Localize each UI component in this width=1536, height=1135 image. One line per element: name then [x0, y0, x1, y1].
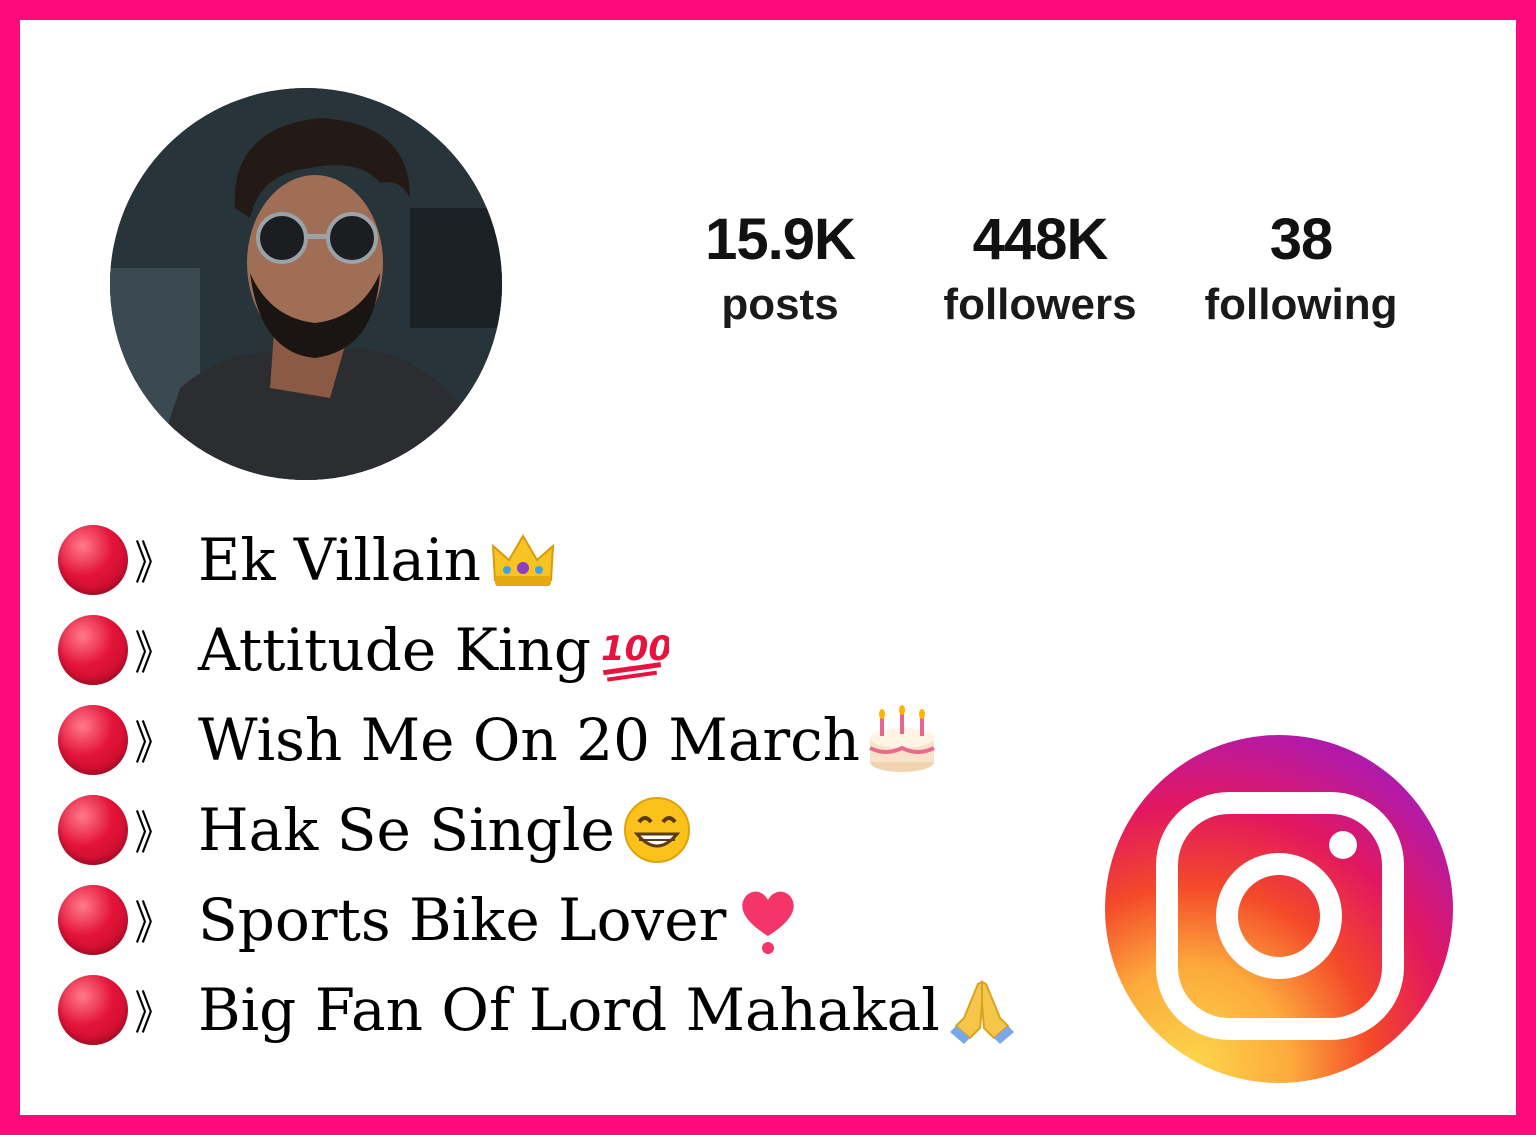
red-circle-icon [58, 795, 128, 865]
double-chevron-icon: 》 [134, 896, 172, 950]
bio-line-text: Sports Bike Lover [198, 886, 727, 954]
bio-line-text: Wish Me On 20 March [198, 706, 860, 774]
red-circle-icon [58, 525, 128, 595]
following-count: 38 [1269, 207, 1334, 272]
bio-line-text: Ek Villain [198, 526, 481, 594]
bio-line: 》 Wish Me On 20 March [58, 695, 1018, 785]
double-chevron-icon: 》 [134, 716, 172, 770]
double-chevron-icon: 》 [134, 626, 172, 680]
bio-line-text: Big Fan Of Lord Mahakal [198, 976, 940, 1044]
double-chevron-icon: 》 [134, 536, 172, 590]
profile-stats: 15.9K posts 448K followers 38 following [0, 205, 1536, 355]
red-circle-icon [58, 705, 128, 775]
instagram-logo-icon [1105, 735, 1453, 1083]
bio-line: 》 Hak Se Single [58, 785, 1018, 875]
bio-line: 》 Ek Villain [58, 515, 1018, 605]
crown-icon [491, 534, 555, 586]
posts-count: 15.9K [705, 207, 856, 272]
heart-exclamation-icon [742, 891, 795, 954]
red-circle-icon [58, 615, 128, 685]
followers-label: followers [943, 280, 1137, 329]
red-circle-icon [58, 975, 128, 1045]
red-circle-icon [58, 885, 128, 955]
stat-followers[interactable]: 448K followers [930, 205, 1150, 335]
bio-line: 》 Attitude King 100 [58, 605, 1018, 695]
bio-line: 》 Big Fan Of Lord Mahakal [58, 965, 1018, 1055]
followers-count: 448K [972, 207, 1109, 272]
profile-bio: 》 Ek Villain 》 Attitude King 100 》 Wish … [58, 515, 1018, 1055]
folded-hands-icon [949, 980, 1014, 1044]
bio-line: 》 Sports Bike Lover [58, 875, 1018, 965]
grinning-face-icon [623, 797, 690, 863]
bio-line-text: Attitude King [198, 616, 591, 684]
following-label: following [1204, 280, 1398, 329]
hundred-points-icon: 100 [601, 629, 669, 682]
double-chevron-icon: 》 [134, 986, 172, 1040]
stat-posts[interactable]: 15.9K posts [670, 205, 890, 335]
double-chevron-icon: 》 [134, 806, 172, 860]
posts-label: posts [721, 280, 839, 329]
stat-following[interactable]: 38 following [1191, 205, 1411, 335]
bio-line-text: Hak Se Single [198, 796, 615, 864]
birthday-cake-icon [869, 705, 935, 772]
